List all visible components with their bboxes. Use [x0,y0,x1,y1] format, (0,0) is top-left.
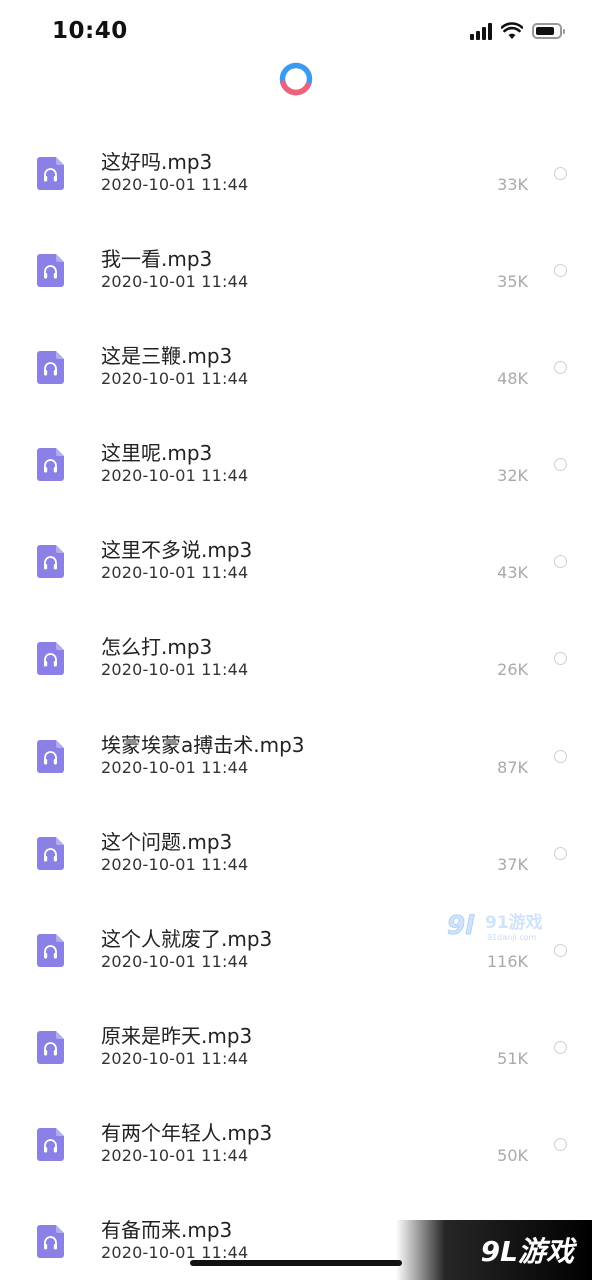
file-list-item[interactable]: 这里不多说.mp3 2020-10-01 11:44 43K [0,508,592,605]
file-date: 2020-10-01 11:44 [101,466,249,486]
status-icons [470,22,565,40]
file-name: 这好吗.mp3 [101,150,213,174]
status-bar: 10:40 [0,0,592,64]
file-date: 2020-10-01 11:44 [101,1145,249,1165]
file-date: 2020-10-01 11:44 [101,175,249,194]
radio-circle-icon[interactable] [554,167,567,180]
file-size: 50K [497,1145,528,1165]
file-date: 2020-10-01 11:44 [101,272,249,292]
file-size: 43K [497,563,528,583]
file-list-item[interactable]: 这里呢.mp3 2020-10-01 11:44 32K [0,411,592,508]
watermark-corner: 9L游戏 [396,1220,592,1280]
file-list: 这好吗.mp3 2020-10-01 11:44 33K 我一看.mp3 202… [0,120,592,1285]
file-name: 有备而来.mp3 [101,1218,233,1243]
audio-file-icon [37,642,64,676]
audio-file-icon [37,254,64,288]
file-name: 原来是昨天.mp3 [101,1023,253,1048]
svg-text:9l: 9l [447,911,475,941]
file-list-item[interactable]: 这个问题.mp3 2020-10-01 11:44 37K [0,800,592,897]
file-list-item[interactable]: 有两个年轻人.mp3 2020-10-01 11:44 50K [0,1091,592,1188]
watermark-corner-text: 9L游戏 [480,1235,574,1268]
audio-file-icon [37,1030,64,1064]
file-date: 2020-10-01 11:44 [101,1048,249,1068]
radio-circle-icon[interactable] [554,555,567,569]
file-name: 这是三鞭.mp3 [101,344,233,369]
audio-file-icon [37,933,64,967]
file-list-item[interactable]: 这是三鞭.mp3 2020-10-01 11:44 48K [0,314,592,411]
audio-file-icon [37,1225,64,1259]
loading-spinner-icon [279,62,313,96]
audio-file-icon [37,836,64,870]
radio-circle-icon[interactable] [554,264,567,278]
watermark-small-text: 91游戏 [485,912,543,933]
audio-file-icon [37,1127,64,1161]
file-name: 这个人就废了.mp3 [101,926,273,951]
audio-file-icon [37,739,64,773]
file-list-item[interactable]: 我一看.mp3 2020-10-01 11:44 35K [0,217,592,314]
file-name: 有两个年轻人.mp3 [101,1120,273,1145]
radio-circle-icon[interactable] [554,749,567,763]
file-size: 48K [497,369,528,389]
home-indicator[interactable] [190,1260,402,1266]
file-name: 怎么打.mp3 [101,635,213,660]
radio-circle-icon[interactable] [554,652,567,666]
file-list-item[interactable]: 这好吗.mp3 2020-10-01 11:44 33K [0,120,592,217]
radio-circle-icon[interactable] [554,943,567,957]
radio-circle-icon[interactable] [554,1040,567,1054]
file-list-item[interactable]: 原来是昨天.mp3 2020-10-01 11:44 51K [0,994,592,1091]
file-name: 我一看.mp3 [101,247,213,272]
file-size: 35K [497,272,528,292]
file-size: 37K [497,854,528,874]
file-size: 116K [486,951,528,971]
watermark-small-url: 91danji.com [487,933,537,942]
audio-file-icon [37,157,64,190]
radio-circle-icon[interactable] [554,846,567,860]
file-size: 33K [497,175,528,194]
cellular-signal-icon [470,22,492,40]
file-name: 这里呢.mp3 [101,441,213,466]
radio-circle-icon[interactable] [554,361,567,375]
file-size: 51K [497,1048,528,1068]
file-date: 2020-10-01 11:44 [101,757,249,777]
battery-icon [532,23,565,39]
file-list-item[interactable]: 埃蒙埃蒙a搏击术.mp3 2020-10-01 11:44 87K [0,703,592,800]
status-time: 10:40 [52,18,128,44]
file-date: 2020-10-01 11:44 [101,660,249,680]
audio-file-icon [37,448,64,482]
audio-file-icon [37,545,64,579]
file-size: 26K [497,660,528,680]
file-name: 埃蒙埃蒙a搏击术.mp3 [101,732,305,757]
radio-circle-icon[interactable] [554,458,567,472]
file-size: 32K [497,466,528,486]
wifi-icon [501,22,523,39]
file-list-item[interactable]: 怎么打.mp3 2020-10-01 11:44 26K [0,605,592,702]
file-name: 这个问题.mp3 [101,829,233,854]
watermark-logo: 9l 91游戏 91danji.com [447,911,543,942]
file-size: 87K [497,757,528,777]
file-date: 2020-10-01 11:44 [101,369,249,389]
file-name: 这里不多说.mp3 [101,538,253,563]
file-date: 2020-10-01 11:44 [101,854,249,874]
audio-file-icon [37,351,64,385]
file-date: 2020-10-01 11:44 [101,951,249,971]
radio-circle-icon[interactable] [554,1137,567,1151]
file-date: 2020-10-01 11:44 [101,563,249,583]
